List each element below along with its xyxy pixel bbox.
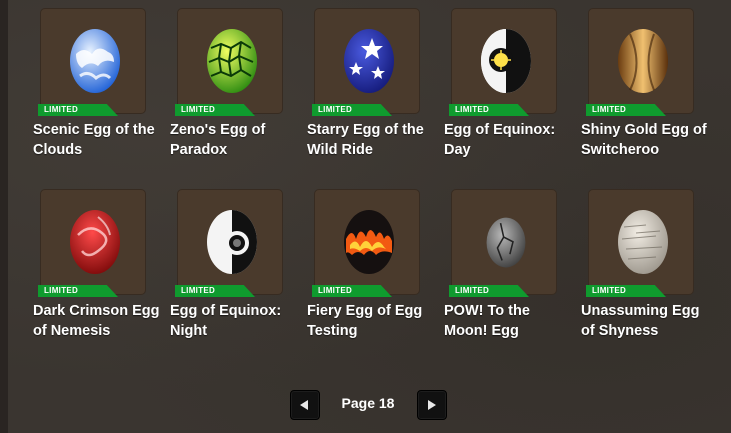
item-name[interactable]: Dark Crimson Egg of Nemesis bbox=[33, 301, 163, 341]
item-name[interactable]: Fiery Egg of Egg Testing bbox=[307, 301, 437, 341]
item-grid: LIMITED Scenic Egg of the Clouds LIMITED… bbox=[30, 8, 720, 348]
item-thumbnail[interactable] bbox=[451, 8, 557, 114]
equinox-day-egg-icon bbox=[479, 24, 533, 94]
limited-badge: LIMITED bbox=[38, 104, 118, 116]
green-cell-egg-icon bbox=[205, 24, 259, 94]
fiery-egg-icon bbox=[342, 205, 396, 275]
item-name[interactable]: Starry Egg of the Wild Ride bbox=[307, 120, 437, 160]
stone-egg-icon bbox=[616, 205, 670, 275]
gold-egg-icon bbox=[616, 24, 670, 94]
item-card[interactable]: LIMITED Dark Crimson Egg of Nemesis bbox=[30, 189, 165, 354]
item-thumbnail[interactable] bbox=[314, 189, 420, 295]
left-arrow-icon bbox=[300, 400, 308, 410]
item-card[interactable]: LIMITED Shiny Gold Egg of Switcheroo bbox=[578, 8, 713, 173]
limited-badge: LIMITED bbox=[175, 104, 255, 116]
item-thumbnail[interactable] bbox=[177, 8, 283, 114]
cloud-egg-icon bbox=[68, 24, 122, 94]
item-thumbnail[interactable] bbox=[588, 189, 694, 295]
item-name[interactable]: Shiny Gold Egg of Switcheroo bbox=[581, 120, 711, 160]
item-thumbnail[interactable] bbox=[40, 189, 146, 295]
limited-badge: LIMITED bbox=[586, 285, 666, 297]
limited-badge: LIMITED bbox=[38, 285, 118, 297]
star-egg-icon bbox=[342, 24, 396, 94]
item-name[interactable]: Egg of Equinox: Night bbox=[170, 301, 300, 341]
item-name[interactable]: Unassuming Egg of Shyness bbox=[581, 301, 711, 341]
limited-badge: LIMITED bbox=[449, 104, 529, 116]
previous-page-button[interactable] bbox=[290, 390, 320, 420]
item-card[interactable]: LIMITED POW! To the Moon! Egg bbox=[441, 189, 576, 354]
item-name[interactable]: Egg of Equinox: Day bbox=[444, 120, 574, 160]
limited-badge: LIMITED bbox=[449, 285, 529, 297]
crimson-egg-icon bbox=[68, 205, 122, 275]
item-card[interactable]: LIMITED Unassuming Egg of Shyness bbox=[578, 189, 713, 354]
equinox-night-egg-icon bbox=[205, 205, 259, 275]
item-name[interactable]: Scenic Egg of the Clouds bbox=[33, 120, 163, 160]
next-page-button[interactable] bbox=[417, 390, 447, 420]
item-card[interactable]: LIMITED Egg of Equinox: Day bbox=[441, 8, 576, 173]
limited-badge: LIMITED bbox=[312, 104, 392, 116]
item-name[interactable]: POW! To the Moon! Egg bbox=[444, 301, 574, 341]
item-thumbnail[interactable] bbox=[177, 189, 283, 295]
pagination: Page 18 bbox=[290, 390, 447, 420]
item-card[interactable]: LIMITED Zeno's Egg of Paradox bbox=[167, 8, 302, 173]
limited-badge: LIMITED bbox=[175, 285, 255, 297]
item-card[interactable]: LIMITED Scenic Egg of the Clouds bbox=[30, 8, 165, 173]
item-card[interactable]: LIMITED Fiery Egg of Egg Testing bbox=[304, 189, 439, 354]
item-card[interactable]: LIMITED Starry Egg of the Wild Ride bbox=[304, 8, 439, 173]
panel-edge bbox=[0, 0, 8, 433]
limited-badge: LIMITED bbox=[586, 104, 666, 116]
moon-rock-egg-icon bbox=[485, 213, 527, 269]
limited-badge: LIMITED bbox=[312, 285, 392, 297]
item-thumbnail[interactable] bbox=[588, 8, 694, 114]
right-arrow-icon bbox=[428, 400, 436, 410]
item-thumbnail[interactable] bbox=[451, 189, 557, 295]
item-thumbnail[interactable] bbox=[40, 8, 146, 114]
item-name[interactable]: Zeno's Egg of Paradox bbox=[170, 120, 300, 160]
item-thumbnail[interactable] bbox=[314, 8, 420, 114]
page-number: Page 18 bbox=[341, 395, 395, 411]
item-card[interactable]: LIMITED Egg of Equinox: Night bbox=[167, 189, 302, 354]
